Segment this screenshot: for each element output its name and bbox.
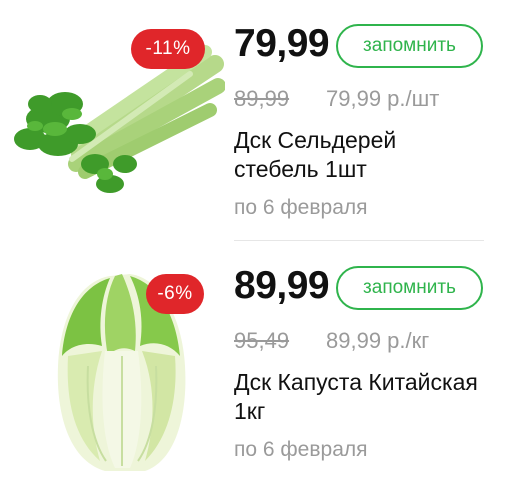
unit-price: 79,99 р./шт <box>326 86 440 111</box>
product-card[interactable]: -11% 79,99 запомнить 89,99 79,99 р./шт Д… <box>0 0 505 241</box>
product-title[interactable]: Дск Сельдерей стебель 1шт <box>234 126 484 184</box>
current-price: 89,99 <box>234 264 330 307</box>
divider <box>234 240 484 241</box>
remember-button[interactable]: запомнить <box>336 266 483 310</box>
product-card[interactable]: -6% 89,99 запомнить 95,49 89,99 р./кг Дс… <box>0 242 505 482</box>
remember-button[interactable]: запомнить <box>336 24 483 68</box>
discount-badge: -11% <box>131 29 205 69</box>
current-price: 79,99 <box>234 22 330 65</box>
unit-price: 89,99 р./кг <box>326 328 430 353</box>
valid-until: по 6 февраля <box>234 196 368 219</box>
old-price: 95,49 <box>234 328 290 353</box>
product-title[interactable]: Дск Капуста Китайская 1кг <box>234 368 484 426</box>
valid-until: по 6 февраля <box>234 438 368 461</box>
product-list: -11% 79,99 запомнить 89,99 79,99 р./шт Д… <box>0 0 505 482</box>
old-price: 89,99 <box>234 86 290 111</box>
discount-badge: -6% <box>146 274 204 314</box>
